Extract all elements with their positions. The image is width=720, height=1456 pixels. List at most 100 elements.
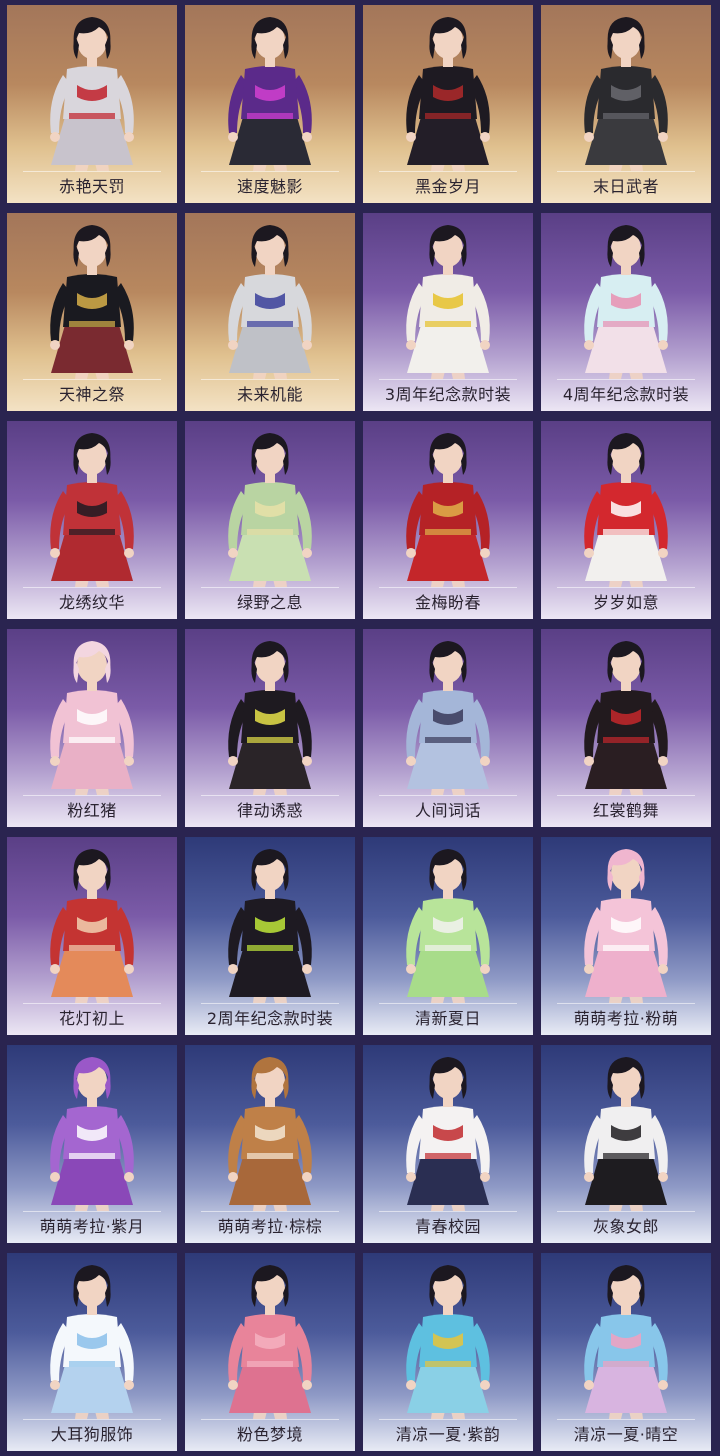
- character-illustration: [584, 849, 668, 1003]
- outfit-name: 黑金岁月: [414, 177, 481, 196]
- outfit-card[interactable]: 岁岁如意: [541, 421, 711, 619]
- outfit-card[interactable]: 未来机能: [185, 213, 355, 411]
- card-divider: [557, 1003, 695, 1004]
- card-divider: [379, 1211, 517, 1212]
- outfit-name: 花灯初上: [58, 1009, 125, 1028]
- character-illustration: [50, 1265, 134, 1419]
- outfit-name: 粉色梦境: [236, 1425, 303, 1444]
- outfit-card[interactable]: 清新夏日: [363, 837, 533, 1035]
- character-illustration: [406, 433, 490, 587]
- outfit-name: 未来机能: [236, 385, 303, 404]
- character-illustration: [50, 17, 134, 171]
- outfit-name: 3周年纪念款时装: [384, 385, 512, 404]
- outfit-card[interactable]: 末日武者: [541, 5, 711, 203]
- outfit-card[interactable]: 人间词话: [363, 629, 533, 827]
- outfit-card[interactable]: 绿野之息: [185, 421, 355, 619]
- character-illustration: [50, 1057, 134, 1211]
- card-divider: [201, 379, 339, 380]
- character-illustration: [50, 225, 134, 379]
- outfit-card[interactable]: 粉色梦境: [185, 1253, 355, 1451]
- outfit-name: 青春校园: [414, 1217, 481, 1236]
- card-divider: [201, 1211, 339, 1212]
- card-divider: [23, 171, 161, 172]
- character-illustration: [50, 641, 134, 795]
- outfit-card[interactable]: 3周年纪念款时装: [363, 213, 533, 411]
- outfit-name: 萌萌考拉·紫月: [39, 1217, 145, 1236]
- card-divider: [379, 587, 517, 588]
- character-illustration: [584, 1265, 668, 1419]
- card-divider: [379, 795, 517, 796]
- character-illustration: [228, 849, 312, 1003]
- card-divider: [23, 1003, 161, 1004]
- character-illustration: [228, 225, 312, 379]
- card-divider: [23, 379, 161, 380]
- outfit-card[interactable]: 大耳狗服饰: [7, 1253, 177, 1451]
- card-divider: [379, 379, 517, 380]
- card-divider: [23, 1419, 161, 1420]
- outfit-name: 龙绣纹华: [58, 593, 125, 612]
- outfit-grid: 赤艳天罚 速度魅影 黑金岁月 末日武者 天神之祭 未来机能 3周年纪念款时装 4…: [0, 0, 720, 1456]
- character-illustration: [406, 1265, 490, 1419]
- card-divider: [23, 1211, 161, 1212]
- outfit-card[interactable]: 萌萌考拉·粉萌: [541, 837, 711, 1035]
- character-illustration: [228, 1057, 312, 1211]
- outfit-card[interactable]: 花灯初上: [7, 837, 177, 1035]
- outfit-card[interactable]: 萌萌考拉·棕棕: [185, 1045, 355, 1243]
- card-divider: [557, 587, 695, 588]
- outfit-name: 2周年纪念款时装: [206, 1009, 334, 1028]
- character-illustration: [406, 641, 490, 795]
- character-illustration: [228, 433, 312, 587]
- outfit-name: 末日武者: [592, 177, 659, 196]
- outfit-card[interactable]: 清凉一夏·晴空: [541, 1253, 711, 1451]
- outfit-card[interactable]: 萌萌考拉·紫月: [7, 1045, 177, 1243]
- outfit-card[interactable]: 黑金岁月: [363, 5, 533, 203]
- outfit-card[interactable]: 赤艳天罚: [7, 5, 177, 203]
- outfit-name: 大耳狗服饰: [50, 1425, 134, 1444]
- character-illustration: [584, 225, 668, 379]
- outfit-name: 4周年纪念款时装: [562, 385, 690, 404]
- outfit-card[interactable]: 灰象女郎: [541, 1045, 711, 1243]
- outfit-card[interactable]: 天神之祭: [7, 213, 177, 411]
- outfit-name: 律动诱惑: [236, 801, 303, 820]
- character-illustration: [584, 433, 668, 587]
- card-divider: [379, 171, 517, 172]
- card-divider: [557, 1419, 695, 1420]
- character-illustration: [50, 849, 134, 1003]
- card-divider: [557, 171, 695, 172]
- outfit-name: 赤艳天罚: [58, 177, 125, 196]
- outfit-name: 灰象女郎: [592, 1217, 659, 1236]
- outfit-card[interactable]: 速度魅影: [185, 5, 355, 203]
- outfit-name: 天神之祭: [58, 385, 125, 404]
- character-illustration: [406, 225, 490, 379]
- outfit-card[interactable]: 清凉一夏·紫韵: [363, 1253, 533, 1451]
- outfit-name: 清凉一夏·晴空: [573, 1425, 679, 1444]
- card-divider: [201, 171, 339, 172]
- outfit-card[interactable]: 金梅盼春: [363, 421, 533, 619]
- character-illustration: [584, 641, 668, 795]
- card-divider: [23, 795, 161, 796]
- outfit-name: 粉红猪: [67, 801, 117, 820]
- character-illustration: [584, 1057, 668, 1211]
- outfit-card[interactable]: 粉红猪: [7, 629, 177, 827]
- outfit-name: 金梅盼春: [414, 593, 481, 612]
- card-divider: [557, 1211, 695, 1212]
- outfit-card[interactable]: 青春校园: [363, 1045, 533, 1243]
- outfit-name: 萌萌考拉·粉萌: [573, 1009, 679, 1028]
- outfit-name: 清新夏日: [414, 1009, 481, 1028]
- character-illustration: [50, 433, 134, 587]
- character-illustration: [228, 17, 312, 171]
- outfit-card[interactable]: 红裳鹤舞: [541, 629, 711, 827]
- outfit-card[interactable]: 龙绣纹华: [7, 421, 177, 619]
- outfit-card[interactable]: 2周年纪念款时装: [185, 837, 355, 1035]
- outfit-name: 萌萌考拉·棕棕: [217, 1217, 323, 1236]
- outfit-name: 人间词话: [414, 801, 481, 820]
- card-divider: [201, 1003, 339, 1004]
- character-illustration: [406, 1057, 490, 1211]
- outfit-card[interactable]: 律动诱惑: [185, 629, 355, 827]
- character-illustration: [228, 1265, 312, 1419]
- card-divider: [379, 1419, 517, 1420]
- outfit-name: 速度魅影: [236, 177, 303, 196]
- outfit-name: 清凉一夏·紫韵: [395, 1425, 501, 1444]
- outfit-card[interactable]: 4周年纪念款时装: [541, 213, 711, 411]
- outfit-name: 红裳鹤舞: [592, 801, 659, 820]
